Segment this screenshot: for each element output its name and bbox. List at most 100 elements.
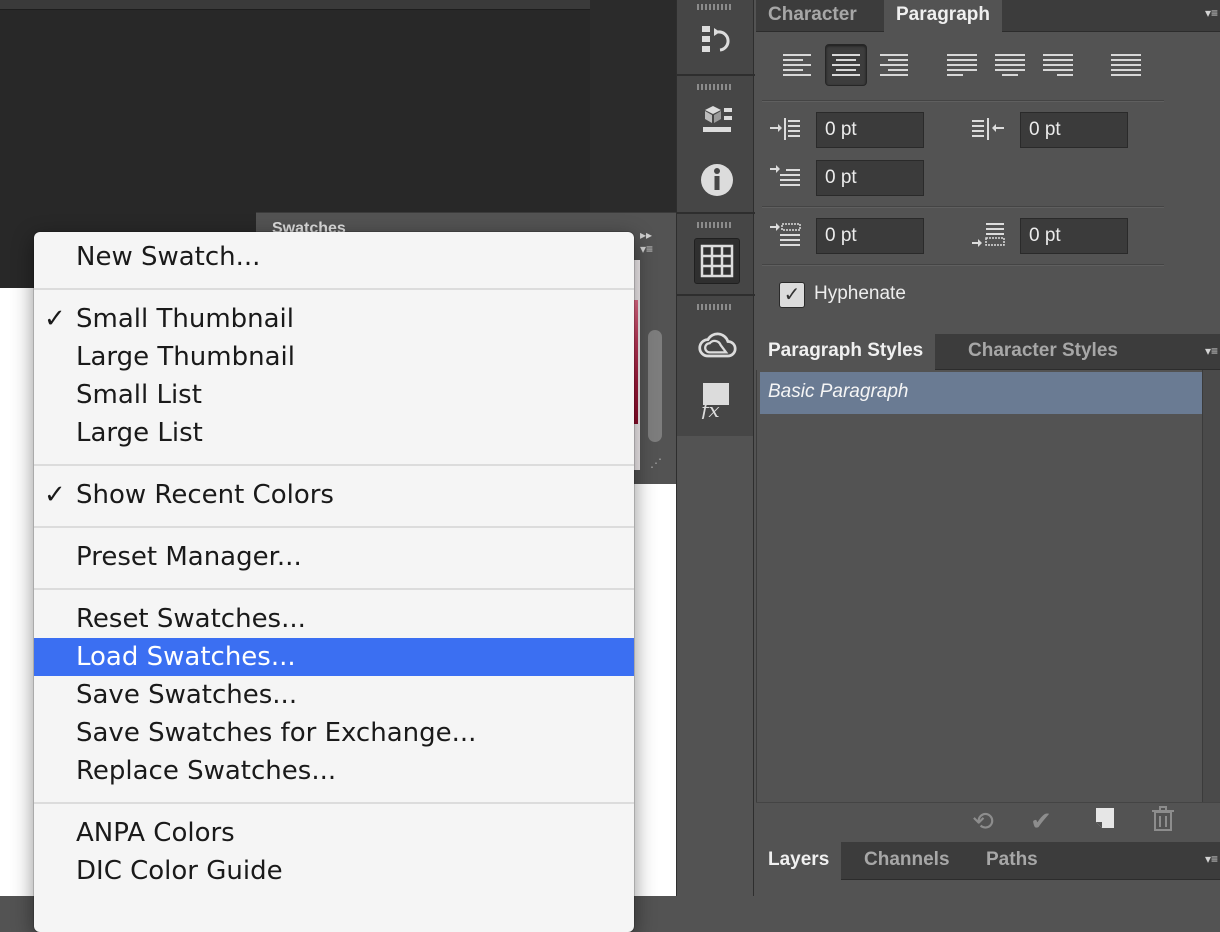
- panel-dock: fx: [676, 0, 755, 436]
- styles-panel-tabbar: Paragraph Styles Character Styles ▾≡: [756, 334, 1220, 370]
- panel-menu-icon[interactable]: ▾≡: [1205, 852, 1218, 866]
- tab-paragraph-styles[interactable]: Paragraph Styles: [756, 334, 936, 370]
- indent-left-icon: [768, 116, 802, 145]
- dock-grip[interactable]: [697, 4, 733, 10]
- menu-item-large-list[interactable]: Large List: [34, 414, 634, 452]
- checkmark-icon: ✓: [44, 304, 66, 334]
- swatches-scrollbar[interactable]: [648, 330, 662, 442]
- menu-separator: [34, 288, 634, 290]
- space-before-icon: [768, 222, 802, 251]
- menu-item-preset-manager[interactable]: Preset Manager...: [34, 538, 634, 576]
- align-right-button[interactable]: [873, 44, 915, 86]
- hyphenate-label: Hyphenate: [814, 283, 906, 304]
- menu-item-label: Small Thumbnail: [76, 304, 295, 334]
- menu-item-label: Small List: [76, 380, 202, 410]
- history-icon[interactable]: [697, 20, 737, 60]
- menu-item-label: New Swatch...: [76, 242, 261, 272]
- menu-item-show-recent-colors[interactable]: ✓ Show Recent Colors: [34, 476, 634, 514]
- menu-item-save-swatches[interactable]: Save Swatches...: [34, 676, 634, 714]
- list-item-basic-paragraph[interactable]: Basic Paragraph: [760, 372, 1202, 414]
- menu-item-label: Large List: [76, 418, 203, 448]
- hyphenate-checkbox[interactable]: ✓: [779, 282, 805, 308]
- 3d-icon[interactable]: [697, 100, 737, 140]
- dock-divider: [677, 212, 755, 214]
- dock-grip[interactable]: [697, 84, 733, 90]
- swatches-grid-icon[interactable]: [694, 238, 740, 284]
- menu-item-label: DIC Color Guide: [76, 856, 283, 886]
- menu-item-label: Load Swatches...: [76, 642, 296, 672]
- clear-override-icon[interactable]: ⟲: [968, 806, 998, 836]
- dock-empty-area: [676, 436, 754, 896]
- panel-menu-icon[interactable]: ▾≡: [1205, 6, 1218, 20]
- space-after-field[interactable]: 0 pt: [1020, 218, 1128, 254]
- document-tab[interactable]: [0, 0, 590, 10]
- menu-item-anpa-colors[interactable]: ANPA Colors: [34, 814, 634, 852]
- menu-item-label: Preset Manager...: [76, 542, 302, 572]
- left-indent-field[interactable]: 0 pt: [816, 112, 924, 148]
- fx-glyph: fx: [699, 398, 720, 419]
- styles-fx-icon[interactable]: fx: [697, 380, 737, 420]
- resize-grip-icon[interactable]: ⋰: [650, 456, 670, 474]
- new-style-icon[interactable]: [1090, 806, 1120, 836]
- creative-cloud-icon[interactable]: [697, 326, 737, 366]
- panel-menu-icon[interactable]: ▸▸ ▾≡: [640, 228, 664, 256]
- space-before-field[interactable]: 0 pt: [816, 218, 924, 254]
- menu-item-label: Replace Swatches...: [76, 756, 337, 786]
- paragraph-styles-list: [756, 370, 1202, 802]
- menu-item-label: Save Swatches for Exchange...: [76, 718, 477, 748]
- justify-last-center-button[interactable]: [989, 44, 1031, 86]
- first-line-indent-icon: [768, 164, 802, 193]
- first-line-indent-field[interactable]: 0 pt: [816, 160, 924, 196]
- dock-grip[interactable]: [697, 304, 733, 310]
- menu-item-label: Reset Swatches...: [76, 604, 306, 634]
- right-indent-field[interactable]: 0 pt: [1020, 112, 1128, 148]
- menu-item-reset-swatches[interactable]: Reset Swatches...: [34, 600, 634, 638]
- canvas-pasteboard: [590, 0, 676, 212]
- tab-layers[interactable]: Layers: [756, 842, 842, 880]
- space-after-icon: [972, 222, 1006, 253]
- divider: [762, 100, 1164, 102]
- menu-item-small-list[interactable]: Small List: [34, 376, 634, 414]
- justify-last-right-button[interactable]: [1037, 44, 1079, 86]
- tab-channels[interactable]: Channels: [852, 842, 962, 880]
- align-left-button[interactable]: [776, 44, 818, 86]
- menu-item-save-swatches-for-exchange[interactable]: Save Swatches for Exchange...: [34, 714, 634, 752]
- menu-item-large-thumbnail[interactable]: Large Thumbnail: [34, 338, 634, 376]
- styles-scrollbar[interactable]: [1202, 370, 1220, 802]
- justify-all-button[interactable]: [1105, 44, 1147, 86]
- divider: [762, 206, 1164, 208]
- dock-grip[interactable]: [697, 222, 733, 228]
- menu-separator: [34, 588, 634, 590]
- menu-item-load-swatches[interactable]: Load Swatches...: [34, 638, 634, 676]
- tab-character[interactable]: Character: [756, 0, 869, 32]
- panel-menu-icon[interactable]: ▾≡: [1205, 344, 1218, 358]
- redefine-style-icon[interactable]: ✔: [1026, 806, 1056, 836]
- trash-icon[interactable]: [1148, 806, 1178, 836]
- menu-item-small-thumbnail[interactable]: ✓ Small Thumbnail: [34, 300, 634, 338]
- dock-divider: [677, 74, 755, 76]
- dock-divider: [677, 294, 755, 296]
- info-icon[interactable]: [697, 160, 737, 200]
- checkmark-icon: ✓: [44, 480, 66, 510]
- tab-paragraph[interactable]: Paragraph: [884, 0, 1002, 32]
- align-center-button[interactable]: [825, 44, 867, 86]
- swatches-context-menu: New Swatch... ✓ Small Thumbnail Large Thumb…: [34, 232, 634, 932]
- menu-item-label: Save Swatches...: [76, 680, 298, 710]
- layers-panel-tabbar: Layers Channels Paths ▾≡: [756, 842, 1220, 880]
- menu-item-label: ANPA Colors: [76, 818, 235, 848]
- indent-right-icon: [972, 116, 1006, 145]
- menu-item-dic-color-guide[interactable]: DIC Color Guide: [34, 852, 634, 890]
- justify-last-left-button[interactable]: [941, 44, 983, 86]
- menu-item-new-swatch[interactable]: New Swatch...: [34, 238, 634, 276]
- paragraph-panel-tabbar: Character Paragraph ▾≡: [756, 0, 1220, 32]
- menu-item-replace-swatches[interactable]: Replace Swatches...: [34, 752, 634, 790]
- menu-item-label: Large Thumbnail: [76, 342, 295, 372]
- tab-character-styles[interactable]: Character Styles: [956, 334, 1130, 370]
- divider: [762, 264, 1164, 266]
- layers-panel: [756, 880, 1220, 896]
- menu-item-label: Show Recent Colors: [76, 480, 334, 510]
- tab-paths[interactable]: Paths: [974, 842, 1050, 880]
- menu-separator: [34, 526, 634, 528]
- menu-separator: [34, 802, 634, 804]
- menu-separator: [34, 464, 634, 466]
